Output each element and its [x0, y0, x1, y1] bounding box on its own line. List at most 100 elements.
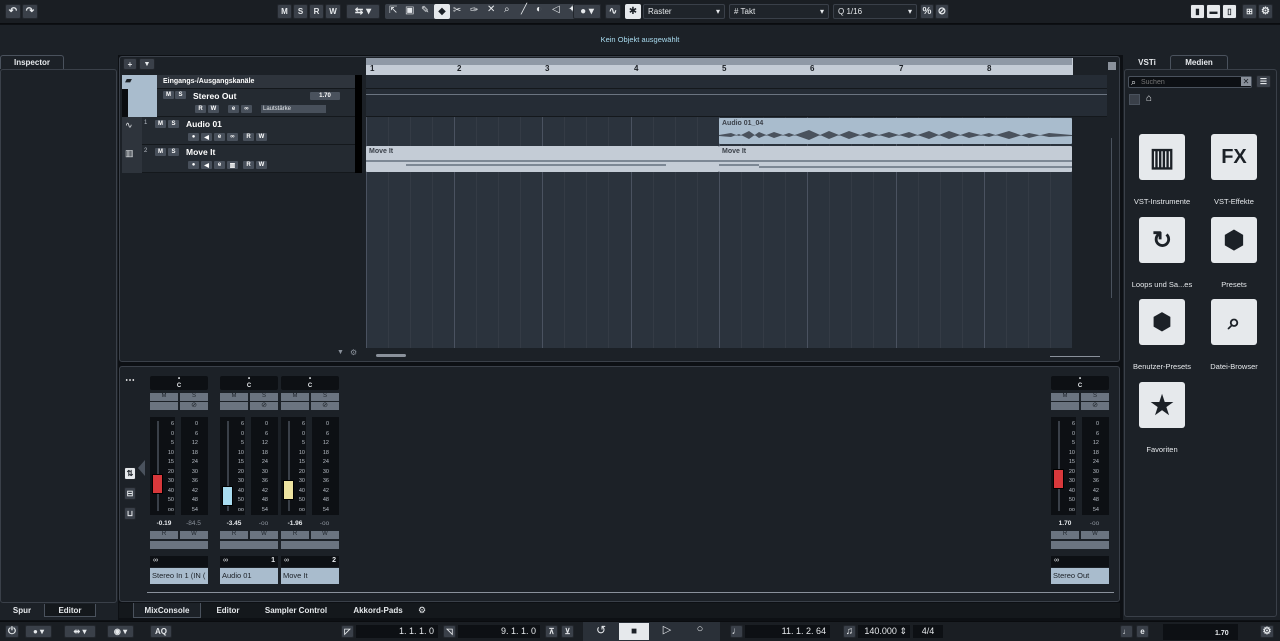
- grid-type-dropdown[interactable]: # Takt ▾: [729, 4, 829, 19]
- stereo-out-write[interactable]: W: [208, 105, 219, 113]
- record-button[interactable]: ○: [685, 623, 715, 640]
- strip-solo-button[interactable]: S: [180, 393, 208, 401]
- left-locator-display[interactable]: 1. 1. 1. 0: [356, 625, 438, 638]
- strip-solo-button[interactable]: S: [250, 393, 278, 401]
- channel-name[interactable]: Audio 01: [220, 568, 278, 584]
- add-track-button[interactable]: +: [123, 58, 137, 70]
- audio-track-lock[interactable]: ∞: [227, 133, 238, 141]
- strip-write-button[interactable]: W: [250, 531, 278, 539]
- toolbar-read-button[interactable]: R: [309, 4, 324, 19]
- audio-track-mute[interactable]: M: [155, 120, 166, 128]
- strip-routing[interactable]: ∞ 2: [281, 556, 339, 567]
- strip-phase-button[interactable]: ⊘: [250, 402, 278, 410]
- channel-name[interactable]: Stereo In 1 (IN (: [150, 568, 208, 584]
- instrument-track-record[interactable]: ●: [188, 161, 199, 169]
- event-display[interactable]: 1 2 3 4 5 6 7 8 9 Audio 01_04 Move It Mo…: [366, 58, 1107, 348]
- strip-read-button[interactable]: R: [220, 531, 248, 539]
- stereo-out-solo[interactable]: S: [175, 91, 186, 99]
- search-input[interactable]: [1141, 78, 1237, 87]
- automation-mode-button[interactable]: ⇆ ▾: [346, 4, 380, 19]
- mixer-inserts-button[interactable]: ⊟: [124, 487, 136, 500]
- metronome-menu-button[interactable]: ◉ ▾: [107, 625, 134, 638]
- right-locator-button[interactable]: ◹: [443, 625, 456, 638]
- midi-event-1[interactable]: Move It: [366, 146, 719, 172]
- record-mode-button[interactable]: ● ▾: [25, 625, 52, 638]
- stereo-out-link[interactable]: ∞: [241, 105, 252, 113]
- fader-handle[interactable]: [152, 474, 163, 494]
- instrument-track-monitor[interactable]: ◀: [201, 161, 212, 169]
- strip-mute-button[interactable]: M: [150, 393, 178, 401]
- home-icon[interactable]: ⌂: [1146, 93, 1152, 104]
- split-icon[interactable]: ✂: [453, 6, 461, 16]
- strip-listen-button[interactable]: [150, 402, 178, 410]
- strip-write-button[interactable]: W: [311, 531, 339, 539]
- quantize-dropdown[interactable]: Q 1/16 ▾: [833, 4, 917, 19]
- glue-icon[interactable]: ✑: [470, 6, 478, 16]
- toolbar-write-button[interactable]: W: [325, 4, 341, 19]
- tab-vsti[interactable]: VSTi: [1125, 55, 1169, 69]
- fader-handle[interactable]: [1053, 469, 1064, 489]
- ruler[interactable]: 1 2 3 4 5 6 7 8 9: [366, 58, 1107, 75]
- zoom-icon[interactable]: ⌕: [504, 5, 510, 15]
- strip-solo-button[interactable]: S: [1081, 393, 1109, 401]
- mixer-faders-button[interactable]: ⇅: [124, 467, 136, 480]
- strip-read-button[interactable]: R: [150, 531, 178, 539]
- strip-routing[interactable]: ∞: [150, 556, 208, 567]
- vst-effects-tile[interactable]: FX: [1211, 134, 1257, 180]
- channel-name[interactable]: Stereo Out: [1051, 568, 1109, 584]
- right-locator-display[interactable]: 9. 1. 1. 0: [458, 625, 540, 638]
- midi-event-2[interactable]: Move It: [719, 146, 1072, 172]
- tab-mixconsole[interactable]: MixConsole: [133, 603, 201, 618]
- toolbar-solo-button[interactable]: S: [293, 4, 308, 19]
- tempo-track-button[interactable]: ♫: [843, 625, 856, 638]
- strip-listen-button[interactable]: [1051, 402, 1079, 410]
- tab-inspector[interactable]: Inspector: [0, 55, 64, 69]
- stereo-out-mute[interactable]: M: [163, 91, 174, 99]
- line-icon[interactable]: ╱: [521, 5, 527, 15]
- snap-type-dropdown[interactable]: Raster ▾: [643, 4, 725, 19]
- punch-in-button[interactable]: ⊼: [545, 625, 558, 638]
- window-layout-button[interactable]: ⊞: [1242, 4, 1257, 19]
- sync-button[interactable]: e: [1136, 625, 1149, 638]
- autopunch-button[interactable]: ⇹ ▾: [64, 625, 96, 638]
- iterative-quantize-button[interactable]: %: [920, 4, 934, 19]
- object-select-icon[interactable]: ⇱: [389, 6, 397, 16]
- strip-write-button[interactable]: W: [180, 531, 208, 539]
- tab-editor-left[interactable]: Editor: [44, 604, 96, 617]
- strip-bottom-controls[interactable]: [220, 541, 278, 549]
- signature-display[interactable]: 4/4: [913, 625, 943, 638]
- tempo-display[interactable]: 140.000 ⇕: [858, 625, 910, 638]
- range-select-icon[interactable]: ▣: [405, 6, 414, 16]
- auto-scroll-button[interactable]: ∿: [605, 4, 621, 19]
- color-menu-button[interactable]: ● ▾: [573, 4, 601, 19]
- audio-track-read[interactable]: R: [243, 133, 254, 141]
- strip-listen-button[interactable]: [281, 402, 309, 410]
- zoom-slider[interactable]: [1050, 356, 1100, 357]
- cycle-button[interactable]: ↺: [585, 623, 617, 640]
- instrument-track-read[interactable]: R: [243, 161, 254, 169]
- stereo-out-edit[interactable]: e: [228, 105, 239, 113]
- quantize-settings-button[interactable]: ⊘: [935, 4, 949, 19]
- channel-name[interactable]: Move It: [281, 568, 339, 584]
- audio-quantize-button[interactable]: AQ: [150, 625, 172, 638]
- audio-track-write[interactable]: W: [256, 133, 267, 141]
- audio-event[interactable]: Audio 01_04: [719, 118, 1072, 144]
- fader-handle[interactable]: [222, 486, 233, 506]
- gear-icon[interactable]: ⚙: [418, 605, 426, 616]
- strip-routing[interactable]: ∞: [1051, 556, 1109, 567]
- strip-mute-button[interactable]: M: [1051, 393, 1079, 401]
- left-locator-button[interactable]: ◸: [341, 625, 354, 638]
- strip-bottom-controls[interactable]: [281, 541, 339, 549]
- folder-track[interactable]: ▰ Eingangs-/Ausgangskanäle: [122, 75, 362, 89]
- audio-track-edit[interactable]: e: [214, 133, 225, 141]
- strip-phase-button[interactable]: ⊘: [180, 402, 208, 410]
- strip-mute-button[interactable]: M: [220, 393, 248, 401]
- strip-listen-button[interactable]: [220, 402, 248, 410]
- strip-write-button[interactable]: W: [1081, 531, 1109, 539]
- mixer-meter-button[interactable]: ⊔: [124, 507, 136, 520]
- strip-solo-button[interactable]: S: [311, 393, 339, 401]
- strip-phase-button[interactable]: ⊘: [1081, 402, 1109, 410]
- strip-read-button[interactable]: R: [281, 531, 309, 539]
- redo-button[interactable]: ↷: [22, 4, 38, 19]
- strip-mute-button[interactable]: M: [281, 393, 309, 401]
